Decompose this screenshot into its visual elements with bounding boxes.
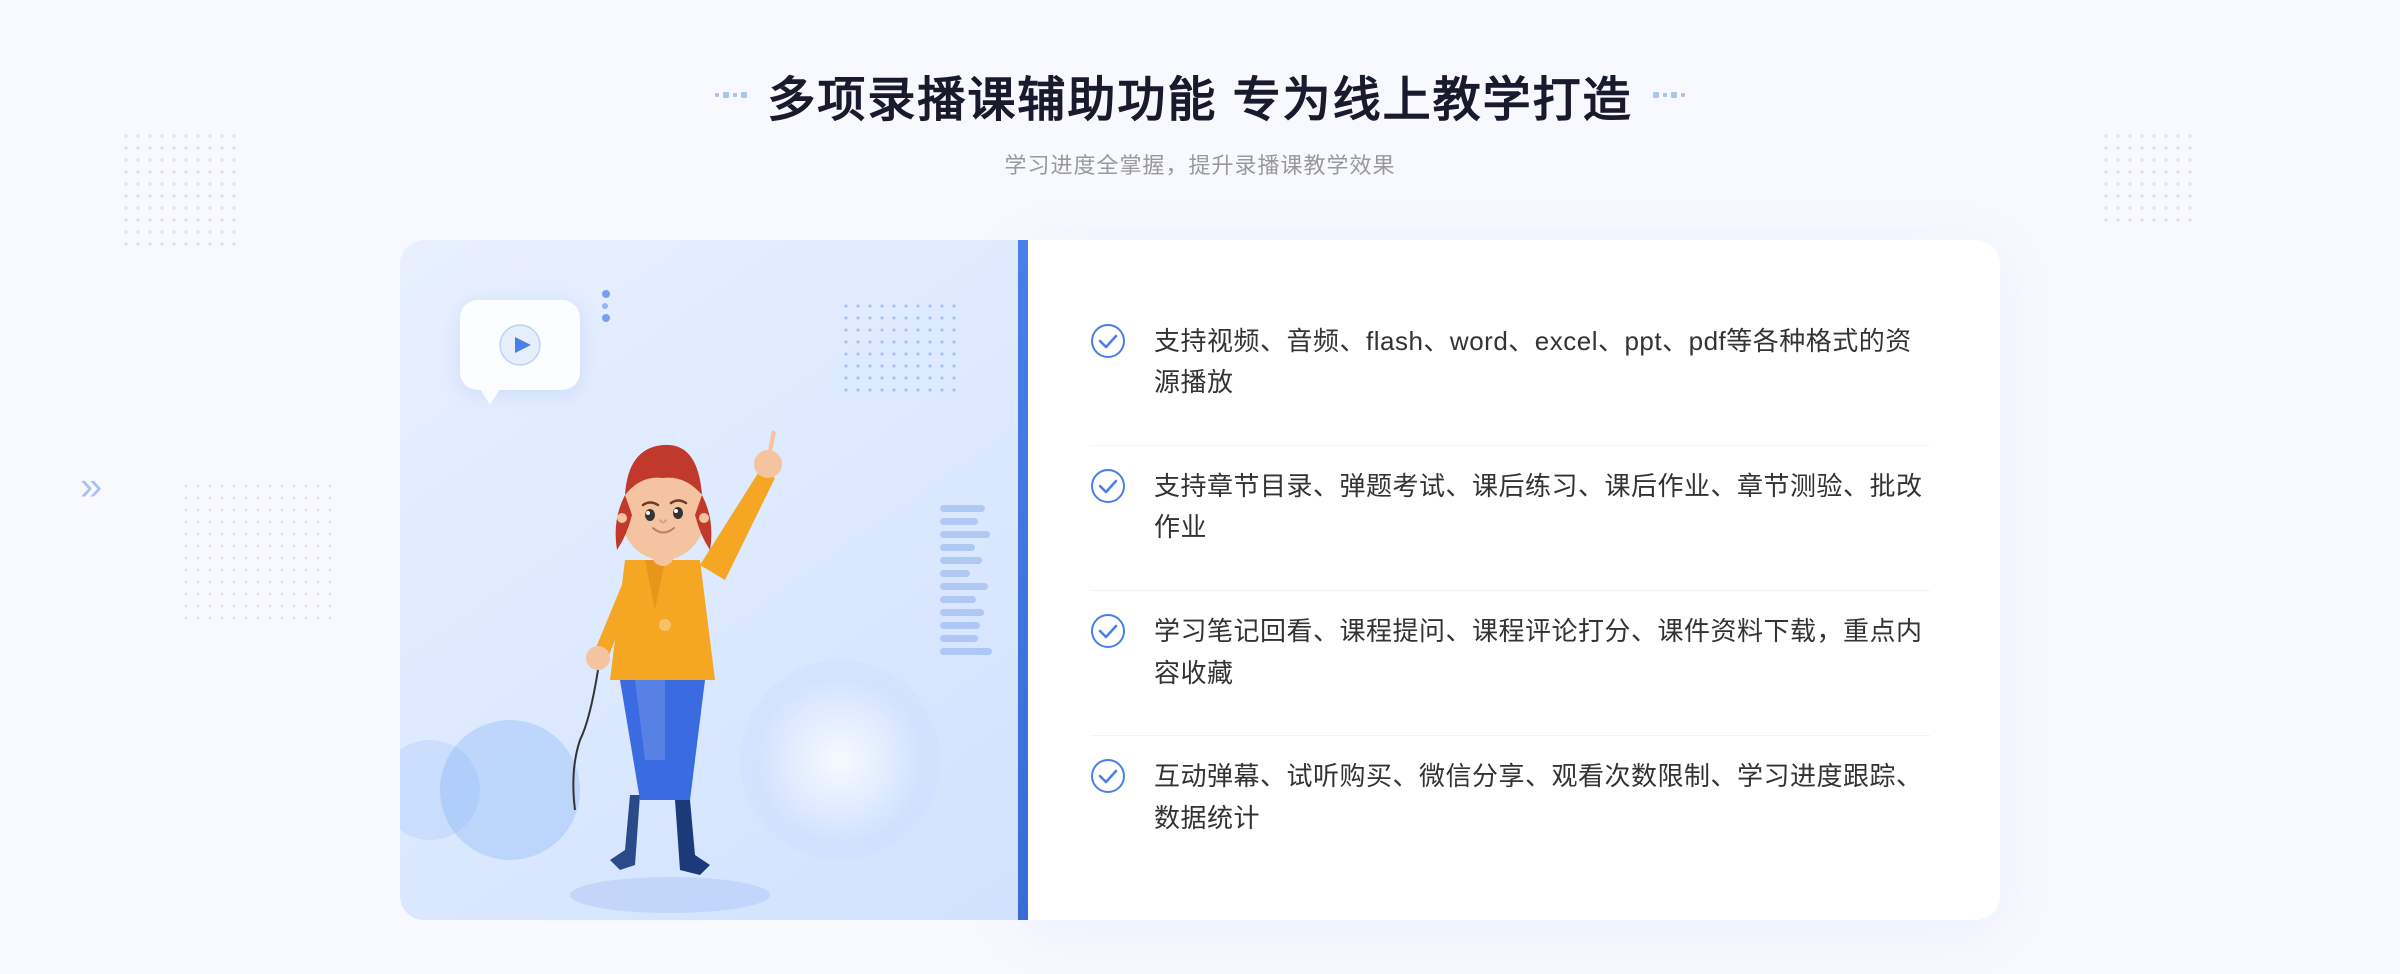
accent-bar (1018, 240, 1028, 920)
sparkle-decoration (602, 290, 610, 322)
check-icon-3 (1090, 613, 1126, 649)
content-area: 支持视频、音频、flash、word、excel、ppt、pdf等各种格式的资源… (400, 240, 2000, 920)
feature-item-4: 互动弹幕、试听购买、微信分享、观看次数限制、学习进度跟踪、数据统计 (1090, 735, 1930, 859)
check-icon-1 (1090, 323, 1126, 359)
dots-decoration-left-mid (180, 480, 340, 620)
page-title: 多项录播课辅助功能 专为线上教学打造 (767, 60, 1632, 130)
page-subtitle: 学习进度全掌握，提升录播课教学效果 (715, 148, 1684, 180)
features-panel: 支持视频、音频、flash、word、excel、ppt、pdf等各种格式的资源… (1020, 240, 2000, 920)
dots-decoration-right-top (2100, 130, 2200, 230)
feature-item-3: 学习笔记回看、课程提问、课程评论打分、课件资料下载，重点内容收藏 (1090, 590, 1930, 714)
illus-stripes (940, 505, 990, 655)
title-row: 多项录播课辅助功能 专为线上教学打造 (715, 60, 1684, 130)
title-decorator-right (1653, 92, 1685, 98)
check-icon-2 (1090, 468, 1126, 504)
person-illustration (480, 340, 860, 920)
header-section: 多项录播课辅助功能 专为线上教学打造 学习进度全掌握，提升录播课教学效果 (715, 60, 1684, 180)
page-container: » 多项录播课辅助功能 专为线上教学打造 学习进度全掌握，提升录播课教学效果 (0, 0, 2400, 974)
feature-item-2: 支持章节目录、弹题考试、课后练习、课后作业、章节测验、批改作业 (1090, 445, 1930, 569)
title-decorator-left (715, 92, 747, 98)
feature-item-1: 支持视频、音频、flash、word、excel、ppt、pdf等各种格式的资源… (1090, 301, 1930, 424)
dots-decoration-left (120, 130, 240, 250)
feature-text-2: 支持章节目录、弹题考试、课后练习、课后作业、章节测验、批改作业 (1154, 466, 1930, 549)
feature-text-4: 互动弹幕、试听购买、微信分享、观看次数限制、学习进度跟踪、数据统计 (1154, 756, 1930, 839)
check-icon-4 (1090, 758, 1126, 794)
feature-text-3: 学习笔记回看、课程提问、课程评论打分、课件资料下载，重点内容收藏 (1154, 611, 1930, 694)
arrow-left-decoration: » (80, 465, 102, 510)
illustration-panel (400, 240, 1020, 920)
feature-text-1: 支持视频、音频、flash、word、excel、ppt、pdf等各种格式的资源… (1154, 321, 1930, 404)
